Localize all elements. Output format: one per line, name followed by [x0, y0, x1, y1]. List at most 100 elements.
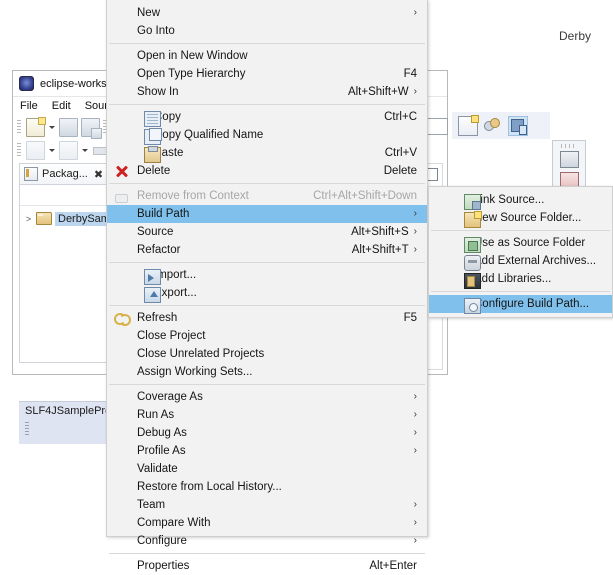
menu-item-validate[interactable]: Validate — [107, 460, 427, 478]
menu-item-import[interactable]: Import... — [107, 266, 427, 285]
menu-item-show-in[interactable]: Show In Alt+Shift+W › — [107, 83, 427, 101]
palette-grip[interactable] — [561, 144, 577, 148]
package-explorer-tab-label: Packag... — [42, 168, 88, 180]
menu-item-label: Open in New Window — [137, 50, 248, 62]
menu-item-export[interactable]: Export... — [107, 284, 427, 303]
step-over-icon[interactable] — [59, 140, 78, 160]
menu-item-label: Add External Archives... — [474, 255, 597, 267]
chevron-right-icon[interactable]: > — [24, 214, 33, 224]
menu-item-run-as[interactable]: Run As › — [107, 406, 427, 424]
new-dropdown-arrow-icon[interactable] — [48, 119, 56, 135]
menu-item-label: Close Unrelated Projects — [137, 348, 265, 360]
submenu-item-add-libraries[interactable]: Add Libraries... — [429, 270, 612, 289]
step-into-icon[interactable] — [26, 140, 45, 160]
import-icon — [144, 269, 161, 285]
submenu-item-add-external-archives[interactable]: Add External Archives... — [429, 252, 612, 271]
save-all-icon[interactable] — [81, 117, 102, 139]
menu-item-accelerator: › — [414, 392, 417, 402]
save-icon[interactable] — [59, 117, 78, 137]
copy-qualified-name-icon — [144, 128, 162, 145]
menu-edit[interactable]: Edit — [52, 100, 71, 112]
menu-item-label: Properties — [137, 560, 190, 572]
build-path-submenu: Link Source... New Source Folder... Use as… — [428, 186, 613, 318]
menu-item-source[interactable]: Source Alt+Shift+S › — [107, 223, 427, 241]
project-folder-icon — [36, 212, 52, 225]
submenu-item-use-as-source-folder[interactable]: Use as Source Folder — [429, 234, 612, 253]
submenu-arrow-icon: › — [413, 208, 417, 219]
resize-grip[interactable] — [25, 422, 29, 436]
add-external-archives-icon — [464, 255, 481, 271]
remove-from-context-icon — [114, 189, 129, 203]
context-menu: New › Go Into Open in New Window Open Type H… — [106, 0, 428, 572]
submenu-arrow-icon: › — [413, 391, 417, 402]
submenu-arrow-icon: › — [413, 244, 417, 255]
menu-item-copy-qualified-name[interactable]: Copy Qualified Name — [107, 126, 427, 145]
menu-item-accelerator: Delete — [384, 165, 417, 177]
menu-item-accelerator: › — [414, 500, 417, 510]
close-icon[interactable]: ✖ — [94, 168, 103, 181]
menu-item-label: Show In — [137, 86, 179, 98]
console-view-icon[interactable] — [559, 151, 579, 168]
menu-item-label: Refactor — [137, 244, 181, 256]
menu-item-assign-working-sets[interactable]: Assign Working Sets... — [107, 363, 427, 381]
menu-item-go-into[interactable]: Go Into — [107, 22, 427, 40]
menu-file[interactable]: File — [20, 100, 38, 112]
menu-item-label: Assign Working Sets... — [137, 366, 253, 378]
open-perspective-icon[interactable] — [458, 114, 479, 136]
submenu-item-new-source-folder[interactable]: New Source Folder... — [429, 209, 612, 228]
toolbar-grip[interactable] — [17, 120, 21, 134]
tree-item-label[interactable]: DerbySam — [55, 211, 113, 226]
menu-item-label: Use as Source Folder — [474, 237, 586, 249]
menu-separator — [431, 291, 610, 292]
menu-item-label: New Source Folder... — [474, 212, 582, 224]
menu-item-coverage-as[interactable]: Coverage As › — [107, 388, 427, 406]
toolbar-grip-3[interactable] — [17, 143, 21, 157]
menu-item-accelerator: F5 — [404, 312, 417, 324]
menu-item-build-path[interactable]: Build Path › — [107, 205, 427, 223]
java-perspective-icon[interactable] — [508, 115, 528, 136]
menu-item-label: Refresh — [137, 312, 178, 324]
menu-item-refresh[interactable]: Refresh F5 — [107, 309, 427, 327]
menu-item-delete[interactable]: Delete Delete — [107, 162, 427, 180]
step-over-dropdown-icon[interactable] — [81, 142, 89, 158]
menu-item-label: Debug As — [137, 427, 187, 439]
menu-item-accelerator: F4 — [404, 68, 417, 80]
export-icon — [144, 287, 161, 303]
menu-item-compare-with[interactable]: Compare With › — [107, 514, 427, 532]
submenu-arrow-icon: › — [413, 499, 417, 510]
menu-item-accelerator: › — [414, 428, 417, 438]
menu-separator — [431, 230, 610, 231]
menu-item-profile-as[interactable]: Profile As › — [107, 442, 427, 460]
menu-item-label: Build Path — [137, 208, 190, 220]
menu-item-properties[interactable]: Properties Alt+Enter — [107, 557, 427, 575]
menu-item-debug-as[interactable]: Debug As › — [107, 424, 427, 442]
menu-item-open-in-new-window[interactable]: Open in New Window — [107, 47, 427, 65]
submenu-arrow-icon: › — [413, 517, 417, 528]
menu-item-close-project[interactable]: Close Project — [107, 327, 427, 345]
menu-item-new[interactable]: New › — [107, 4, 427, 22]
menu-item-paste[interactable]: Paste Ctrl+V — [107, 144, 427, 163]
shortcut-text: Ctrl+Alt+Shift+Down — [313, 190, 417, 202]
menu-item-close-unrelated-projects[interactable]: Close Unrelated Projects — [107, 345, 427, 363]
new-project-icon[interactable] — [26, 116, 46, 137]
menu-item-refactor[interactable]: Refactor Alt+Shift+T › — [107, 241, 427, 259]
menu-separator — [109, 553, 425, 554]
shortcut-text: Alt+Shift+S — [351, 226, 409, 238]
menu-item-accelerator: Alt+Shift+T › — [352, 244, 417, 256]
menu-item-restore-from-local-history[interactable]: Restore from Local History... — [107, 478, 427, 496]
menu-item-accelerator: › — [414, 536, 417, 546]
menu-item-accelerator: Alt+Shift+S › — [351, 226, 417, 238]
menu-item-label: Profile As — [137, 445, 186, 457]
menu-item-accelerator: › — [414, 8, 417, 18]
submenu-item-link-source[interactable]: Link Source... — [429, 191, 612, 210]
window-title: eclipse-works — [40, 77, 107, 90]
menu-separator — [109, 384, 425, 385]
menu-item-team[interactable]: Team › — [107, 496, 427, 514]
team-synchronizing-perspective-icon[interactable] — [484, 117, 502, 135]
step-into-dropdown-icon[interactable] — [48, 142, 56, 158]
submenu-arrow-icon: › — [413, 226, 417, 237]
menu-item-configure[interactable]: Configure › — [107, 532, 427, 550]
submenu-item-configure-build-path[interactable]: Configure Build Path... — [429, 295, 612, 314]
menu-item-open-type-hierarchy[interactable]: Open Type Hierarchy F4 — [107, 65, 427, 83]
menu-item-copy[interactable]: Copy Ctrl+C — [107, 108, 427, 127]
